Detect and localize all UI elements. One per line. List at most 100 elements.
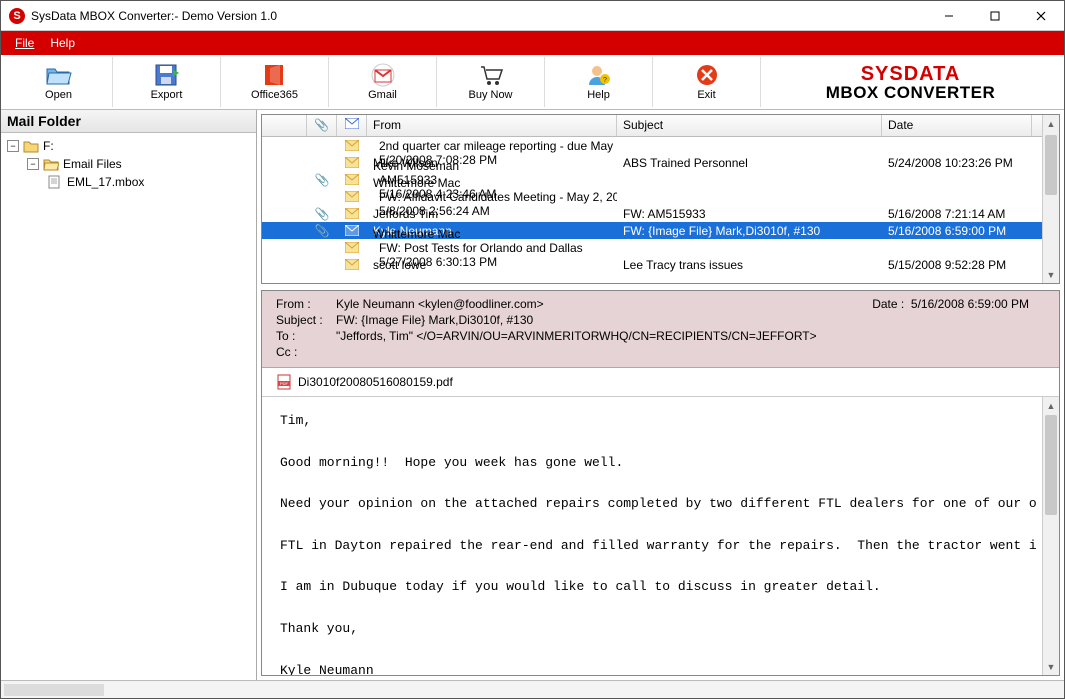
folder-icon [23,139,39,153]
cell-subject: ABS Trained Personnel [617,156,882,170]
minimize-button[interactable] [926,1,972,31]
message-list: 📎 From Subject Date Pawelek Pamela 2nd q… [261,114,1060,284]
table-row[interactable]: 📎Jeffords TimFW: AM5159335/16/2008 7:21:… [262,205,1059,222]
preview-body[interactable]: Tim, Good morning!! Hope you week has go… [262,397,1042,675]
window-title: SysData MBOX Converter:- Demo Version 1.… [31,9,926,23]
scroll-up-icon[interactable]: ▲ [1043,115,1059,132]
sidebar-header: Mail Folder [1,110,256,133]
scroll-down-icon[interactable]: ▼ [1043,658,1059,675]
tree-label-file: EML_17.mbox [67,175,144,189]
paperclip-icon: 📎 [315,207,330,221]
scroll-thumb[interactable] [1045,135,1057,195]
col-subject[interactable]: Subject [617,115,882,136]
table-row[interactable]: Pawelek Pamela 2nd quarter car mileage r… [262,137,1059,154]
file-icon [47,175,63,189]
exit-icon [693,63,721,87]
cell-date: 5/16/2008 7:21:14 AM [882,207,1032,221]
table-row[interactable]: Whittemore Mac FW: Affidavit Candidates … [262,188,1059,205]
gmail-label: Gmail [368,89,397,101]
paperclip-icon: 📎 [315,224,330,238]
tree-node-emails[interactable]: − Email Files [3,155,254,173]
list-scrollbar[interactable]: ▲ ▼ [1042,115,1059,283]
preview-date: Date : 5/16/2008 6:59:00 PM [872,297,1029,311]
gmail-button[interactable]: Gmail [329,57,437,107]
status-scroll-thumb[interactable] [4,684,104,696]
col-envelope[interactable] [337,115,367,136]
help-label: Help [587,89,610,101]
preview-from-label: From : [276,297,336,311]
attachment-name: Di3010f20080516080159.pdf [298,375,453,389]
cell-date: 5/16/2008 6:59:00 PM [882,224,1032,238]
scroll-up-icon[interactable]: ▲ [1043,397,1059,414]
buynow-button[interactable]: Buy Now [437,57,545,107]
list-body[interactable]: Pawelek Pamela 2nd quarter car mileage r… [262,137,1059,273]
envelope-icon [345,140,359,151]
preview-cc-label: Cc : [276,345,336,359]
paperclip-icon: 📎 [314,118,329,133]
envelope-icon [345,242,359,253]
cell-subject: FW: Post Tests for Orlando and Dallas [373,241,617,255]
tree-collapse-icon[interactable]: − [27,158,39,170]
office365-icon [261,63,289,87]
preview-header: From :Kyle Neumann <kylen@foodliner.com>… [262,291,1059,368]
cart-icon [477,63,505,87]
preview-to-label: To : [276,329,336,343]
tree-label-root: F: [43,139,54,153]
envelope-icon [345,259,359,270]
close-button[interactable] [1018,1,1064,31]
envelope-icon [345,191,359,202]
export-label: Export [151,89,183,101]
preview-scrollbar[interactable]: ▲ ▼ [1042,397,1059,675]
titlebar: S SysData MBOX Converter:- Demo Version … [1,1,1064,31]
preview-to: "Jeffords, Tim" </O=ARVIN/OU=ARVINMERITO… [336,329,1045,343]
export-button[interactable]: Export [113,57,221,107]
col-date[interactable]: Date [882,115,1032,136]
help-button[interactable]: ? Help [545,57,653,107]
cell-from: scott lowe [367,258,617,272]
brand-block: SYSDATA MBOX CONVERTER [761,64,1060,101]
menubar: File Help [1,31,1064,55]
folder-tree[interactable]: − F: − Email Files EML_17.mbox [1,133,256,680]
scroll-down-icon[interactable]: ▼ [1043,266,1059,283]
preview-pane: From :Kyle Neumann <kylen@foodliner.com>… [261,290,1060,676]
brand-line2: MBOX CONVERTER [826,84,995,101]
tree-node-root[interactable]: − F: [3,137,254,155]
exit-label: Exit [697,89,715,101]
gmail-icon [369,63,397,87]
col-attachment[interactable]: 📎 [307,115,337,136]
tree-collapse-icon[interactable]: − [7,140,19,152]
paperclip-icon: 📎 [315,173,330,187]
maximize-button[interactable] [972,1,1018,31]
cell-subject: 2nd quarter car mileage reporting - due … [373,139,617,153]
cell-subject: FW: {Image File} Mark,Di3010f, #130 [617,224,882,238]
tree-node-file[interactable]: EML_17.mbox [3,173,254,191]
scroll-thumb[interactable] [1045,415,1057,515]
preview-cc [336,345,1045,359]
open-button[interactable]: Open [5,57,113,107]
envelope-icon [345,118,359,129]
col-blank[interactable] [262,115,307,136]
cell-subject: FW: AM515933 [617,207,882,221]
col-from[interactable]: From [367,115,617,136]
exit-button[interactable]: Exit [653,57,761,107]
help-person-icon: ? [585,63,613,87]
pdf-icon: PDF [276,374,292,390]
preview-subject-label: Subject : [276,313,336,327]
sidebar: Mail Folder − F: − Email Files EML_17.mb… [1,110,257,680]
cell-date: 5/24/2008 10:23:26 PM [882,156,1032,170]
office365-label: Office365 [251,89,298,101]
table-row[interactable]: Whittemore Mac FW: Post Tests for Orland… [262,239,1059,256]
svg-text:?: ? [603,77,607,84]
attachment-bar[interactable]: PDF Di3010f20080516080159.pdf [262,368,1059,397]
open-label: Open [45,89,72,101]
cell-date: 5/15/2008 9:52:28 PM [882,258,1032,272]
office365-button[interactable]: Office365 [221,57,329,107]
buynow-label: Buy Now [468,89,512,101]
table-row[interactable]: scott lowe Lee Tracy trans issues5/15/20… [262,256,1059,273]
menu-help[interactable]: Help [42,34,83,52]
folder-open-icon [43,157,59,171]
app-logo-icon: S [9,8,25,24]
list-header: 📎 From Subject Date [262,115,1059,137]
menu-file[interactable]: File [7,34,42,52]
cell-subject: FW: Affidavit Candidates Meeting - May 2… [373,190,617,204]
